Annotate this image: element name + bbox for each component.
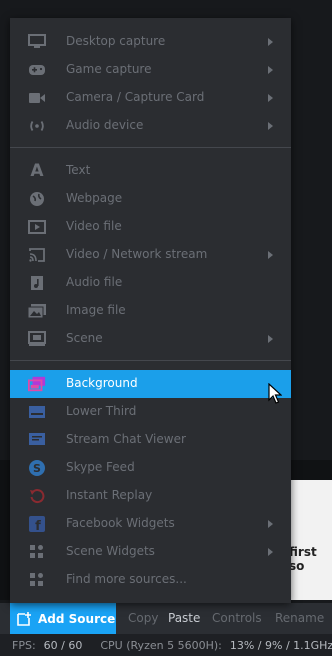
- add-source-label: Add Source: [38, 611, 116, 626]
- background-icon: [28, 375, 46, 393]
- lower-third-icon: [28, 403, 46, 421]
- globe-icon: [28, 190, 46, 208]
- menu-item-label: Video file: [66, 219, 122, 233]
- menu-item-video-file[interactable]: Video file: [10, 213, 291, 241]
- menu-item-label: Camera / Capture Card: [66, 90, 205, 104]
- add-source-icon: [17, 611, 31, 626]
- svg-text:f: f: [35, 519, 41, 532]
- gamepad-icon: [28, 61, 46, 79]
- menu-item-facebook-widgets[interactable]: f Facebook Widgets: [10, 510, 291, 538]
- rename-button[interactable]: Rename: [275, 611, 324, 625]
- menu-item-find-more[interactable]: Find more sources...: [10, 566, 291, 594]
- fps-label: FPS:: [12, 638, 36, 652]
- replay-icon: [28, 487, 46, 505]
- widgets-icon: [28, 571, 46, 589]
- menu-item-label: Image file: [66, 303, 126, 317]
- menu-item-skype-feed[interactable]: S Skype Feed: [10, 454, 291, 482]
- menu-item-label: Audio file: [66, 275, 123, 289]
- submenu-arrow-icon: [268, 94, 273, 102]
- audio-wave-icon: [28, 117, 46, 135]
- menu-item-label: Text: [66, 163, 91, 177]
- fps-value: 60 / 60: [43, 638, 83, 652]
- chat-icon: [28, 431, 46, 449]
- cpu-label: CPU (Ryzen 5 5600H):: [100, 638, 222, 652]
- preview-canvas-text: first so: [289, 545, 317, 573]
- menu-item-background[interactable]: Background: [10, 370, 291, 398]
- submenu-arrow-icon: [268, 251, 273, 259]
- menu-item-label: Desktop capture: [66, 34, 166, 48]
- menu-item-label: Game capture: [66, 62, 152, 76]
- menu-item-label: Find more sources...: [66, 572, 187, 586]
- submenu-arrow-icon: [268, 38, 273, 46]
- camera-icon: [28, 89, 46, 107]
- menu-item-label: Background: [66, 376, 138, 390]
- menu-item-label: Audio device: [66, 118, 144, 132]
- menu-item-game-capture[interactable]: Game capture: [10, 56, 291, 84]
- menu-item-label: Webpage: [66, 191, 123, 205]
- add-source-menu: Desktop capture Game capture Camera / Ca…: [10, 18, 291, 603]
- paste-button[interactable]: Paste: [168, 611, 200, 625]
- menu-item-label: Facebook Widgets: [66, 516, 175, 530]
- menu-item-image-file[interactable]: Image file: [10, 297, 291, 325]
- menu-item-label: Scene Widgets: [66, 544, 155, 558]
- preview-canvas: [286, 480, 332, 600]
- menu-item-instant-replay[interactable]: Instant Replay: [10, 482, 291, 510]
- submenu-arrow-icon: [268, 335, 273, 343]
- monitor-icon: [28, 33, 46, 51]
- add-source-button[interactable]: Add Source: [10, 603, 116, 634]
- menu-separator: [10, 147, 291, 148]
- menu-item-audio-file[interactable]: Audio file: [10, 269, 291, 297]
- menu-item-stream-chat[interactable]: Stream Chat Viewer: [10, 426, 291, 454]
- menu-item-webpage[interactable]: Webpage: [10, 185, 291, 213]
- menu-item-label: Lower Third: [66, 404, 137, 418]
- music-file-icon: [28, 274, 46, 292]
- menu-separator: [10, 360, 291, 361]
- facebook-icon: f: [28, 515, 46, 533]
- mouse-cursor-icon: [268, 383, 282, 404]
- cast-icon: [28, 246, 46, 264]
- menu-item-lower-third[interactable]: Lower Third: [10, 398, 291, 426]
- menu-item-label: Stream Chat Viewer: [66, 432, 186, 446]
- cpu-value: 13% / 9% / 1.1GHz: [229, 638, 332, 652]
- submenu-arrow-icon: [268, 548, 273, 556]
- submenu-arrow-icon: [268, 122, 273, 130]
- menu-item-camera[interactable]: Camera / Capture Card: [10, 84, 291, 112]
- menu-item-label: Scene: [66, 331, 103, 345]
- menu-item-scene[interactable]: Scene: [10, 325, 291, 353]
- menu-item-scene-widgets[interactable]: Scene Widgets: [10, 538, 291, 566]
- submenu-arrow-icon: [268, 66, 273, 74]
- copy-button[interactable]: Copy: [128, 611, 158, 625]
- video-file-icon: [28, 218, 46, 236]
- menu-item-label: Video / Network stream: [66, 247, 208, 261]
- menu-item-desktop-capture[interactable]: Desktop capture: [10, 28, 291, 56]
- text-icon: A: [30, 161, 44, 181]
- menu-item-label: Instant Replay: [66, 488, 153, 502]
- menu-item-label: Skype Feed: [66, 460, 135, 474]
- widgets-icon: [28, 543, 46, 561]
- skype-icon: S: [28, 459, 46, 477]
- svg-text:S: S: [33, 462, 41, 475]
- image-icon: [28, 302, 46, 320]
- scene-icon: [28, 330, 46, 348]
- status-bar: FPS: 60 / 60 CPU (Ryzen 5 5600H): 13% / …: [0, 634, 332, 656]
- controls-button[interactable]: Controls: [212, 611, 262, 625]
- menu-item-audio-device[interactable]: Audio device: [10, 112, 291, 140]
- submenu-arrow-icon: [268, 520, 273, 528]
- menu-item-network-stream[interactable]: Video / Network stream: [10, 241, 291, 269]
- menu-item-text[interactable]: A Text: [10, 157, 291, 185]
